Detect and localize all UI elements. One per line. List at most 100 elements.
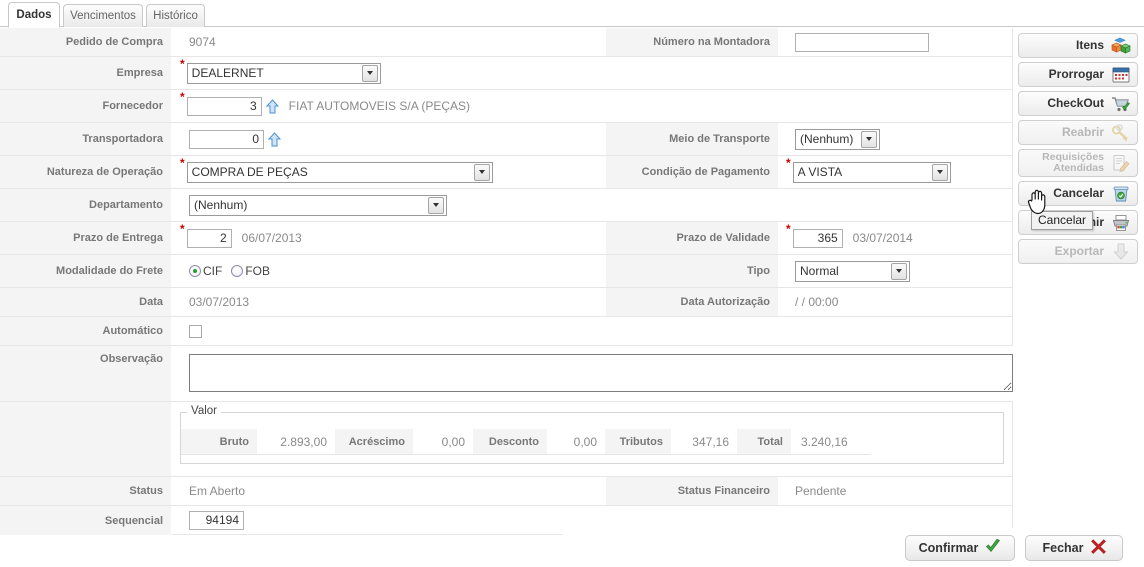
itens-button[interactable]: Itens — [1018, 33, 1138, 58]
requisicoes-atendidas-button[interactable]: Requisições Atendidas — [1018, 149, 1138, 177]
label-fornecedor: Fornecedor — [0, 90, 172, 122]
prazo-de-validade-days-input[interactable] — [792, 228, 843, 248]
radio-cif-label: CIF — [203, 264, 223, 278]
label-departamento: Departamento — [0, 189, 172, 221]
fechar-button-label: Fechar — [1042, 541, 1084, 555]
tab-vencimentos-label: Vencimentos — [70, 10, 136, 22]
chevron-down-icon — [861, 130, 877, 148]
label-empresa: Empresa — [0, 57, 172, 89]
label-tipo: Tipo — [606, 255, 778, 287]
row-natureza-operacao: Natureza de Operação * COMPRA DE PEÇAS C… — [0, 156, 1012, 189]
departamento-select[interactable]: (Nenhum) — [189, 194, 447, 216]
natureza-de-operacao-select[interactable]: COMPRA DE PEÇAS — [186, 161, 493, 183]
departamento-value: (Nenhum) — [194, 198, 248, 212]
label-numero-na-montadora: Número na Montadora — [606, 28, 778, 56]
label-data-autorizacao: Data Autorização — [606, 288, 778, 316]
empresa-select-value: DEALERNET — [191, 66, 264, 80]
prazo-de-entrega-date: 06/07/2013 — [241, 231, 302, 245]
required-marker-natureza: * — [180, 156, 185, 170]
value-pedido-de-compra: 9074 — [189, 35, 216, 49]
required-marker-empresa: * — [180, 57, 185, 71]
tab-bar: Dados Vencimentos Histórico — [0, 0, 1144, 28]
required-marker-prazo-validade: * — [786, 222, 791, 236]
row-modalidade-frete: Modalidade do Frete CIF FOB Tipo Normal — [0, 255, 1012, 288]
download-arrow-icon — [1110, 242, 1132, 262]
valor-bruto-value: 2.893,00 — [257, 429, 335, 455]
tab-vencimentos[interactable]: Vencimentos — [63, 4, 143, 27]
valor-desconto-label: Desconto — [473, 429, 547, 455]
radio-cif[interactable] — [189, 265, 201, 277]
cart-check-icon — [1110, 94, 1132, 114]
tipo-select[interactable]: Normal — [795, 260, 910, 282]
label-pedido-de-compra: Pedido de Compra — [0, 28, 172, 56]
radio-fob-label: FOB — [245, 264, 271, 278]
reabrir-button[interactable]: Reabrir — [1018, 120, 1138, 145]
row-status: Status Em Aberto Status Financeiro Pende… — [0, 477, 1012, 506]
cancelar-button-label: Cancelar — [1053, 186, 1104, 200]
tipo-value: Normal — [800, 264, 839, 278]
checkout-button-label: CheckOut — [1047, 96, 1104, 110]
label-status: Status — [0, 477, 172, 505]
prorrogar-button-label: Prorrogar — [1048, 67, 1104, 81]
tab-dados[interactable]: Dados — [8, 2, 60, 28]
valor-legend: Valor — [187, 405, 221, 417]
value-status-financeiro: Pendente — [795, 484, 847, 498]
purchase-order-form: Pedido de Compra 9074 Número na Montador… — [0, 28, 1013, 535]
fechar-button[interactable]: Fechar — [1025, 535, 1123, 561]
tab-historico-label: Histórico — [153, 10, 198, 22]
prazo-de-entrega-days-input[interactable] — [186, 228, 232, 248]
itens-button-label: Itens — [1075, 38, 1104, 52]
label-status-financeiro: Status Financeiro — [606, 477, 778, 505]
value-data-autorizacao: / / 00:00 — [795, 295, 839, 309]
chevron-down-icon — [891, 262, 907, 280]
value-status: Em Aberto — [189, 484, 246, 498]
confirmar-button[interactable]: Confirmar — [905, 535, 1015, 561]
empresa-select[interactable]: DEALERNET — [186, 62, 381, 84]
red-x-icon — [1090, 539, 1106, 557]
row-departamento: Departamento (Nenhum) — [0, 189, 1012, 222]
prorrogar-button[interactable]: Prorrogar — [1018, 62, 1138, 87]
condicao-de-pagamento-value: A VISTA — [797, 165, 843, 179]
valor-bruto-label: Bruto — [181, 429, 257, 455]
transportadora-code-input[interactable] — [189, 129, 264, 149]
label-automatico: Automático — [0, 317, 172, 345]
prazo-de-validade-date: 03/07/2014 — [852, 231, 913, 245]
label-modalidade-do-frete: Modalidade do Frete — [0, 255, 172, 287]
meio-de-transporte-value: (Nenhum) — [800, 132, 854, 146]
tab-dados-label: Dados — [16, 9, 52, 21]
value-data: 03/07/2013 — [189, 295, 250, 309]
required-marker-condicao: * — [786, 156, 791, 170]
chevron-down-icon — [473, 163, 490, 181]
label-natureza-de-operacao: Natureza de Operação — [0, 156, 172, 188]
condicao-de-pagamento-select[interactable]: A VISTA — [792, 161, 951, 183]
label-observacao: Observação — [0, 346, 172, 401]
cancelar-button[interactable]: Cancelar — [1018, 181, 1138, 206]
required-marker-prazo-entrega: * — [180, 222, 185, 236]
meio-de-transporte-select[interactable]: (Nenhum) — [795, 128, 880, 150]
sequencial-input[interactable] — [189, 510, 244, 530]
green-check-icon — [985, 538, 1001, 557]
observacao-textarea[interactable] — [189, 354, 1013, 392]
row-fornecedor: Fornecedor * FIAT AUTOMOVEIS S/A (PEÇAS) — [0, 90, 1012, 123]
chevron-down-icon — [931, 163, 948, 181]
label-meio-de-transporte: Meio de Transporte — [606, 123, 778, 155]
numero-na-montadora-input[interactable] — [795, 32, 929, 52]
natureza-de-operacao-value: COMPRA DE PEÇAS — [191, 165, 308, 179]
row-prazo-entrega: Prazo de Entrega * 06/07/2013 Prazo de V… — [0, 222, 1012, 255]
fornecedor-lookup-icon[interactable] — [265, 98, 279, 114]
fornecedor-code-input[interactable] — [186, 96, 262, 116]
valor-acrescimo-value: 0,00 — [413, 429, 473, 455]
automatico-checkbox[interactable] — [189, 324, 202, 338]
label-prazo-de-entrega: Prazo de Entrega — [0, 222, 172, 254]
required-marker-fornecedor: * — [180, 90, 185, 104]
valor-desconto-value: 0,00 — [547, 429, 605, 455]
modalidade-do-frete-radio-group: CIF FOB — [189, 264, 278, 278]
column-divider — [1012, 28, 1013, 528]
valor-total-label: Total — [737, 429, 791, 455]
checkout-button[interactable]: CheckOut — [1018, 91, 1138, 116]
exportar-button[interactable]: Exportar — [1018, 239, 1138, 264]
transportadora-lookup-icon[interactable] — [268, 131, 281, 147]
tab-historico[interactable]: Histórico — [146, 4, 205, 27]
footer-button-bar: Confirmar Fechar — [0, 530, 1144, 567]
radio-fob[interactable] — [231, 265, 244, 277]
